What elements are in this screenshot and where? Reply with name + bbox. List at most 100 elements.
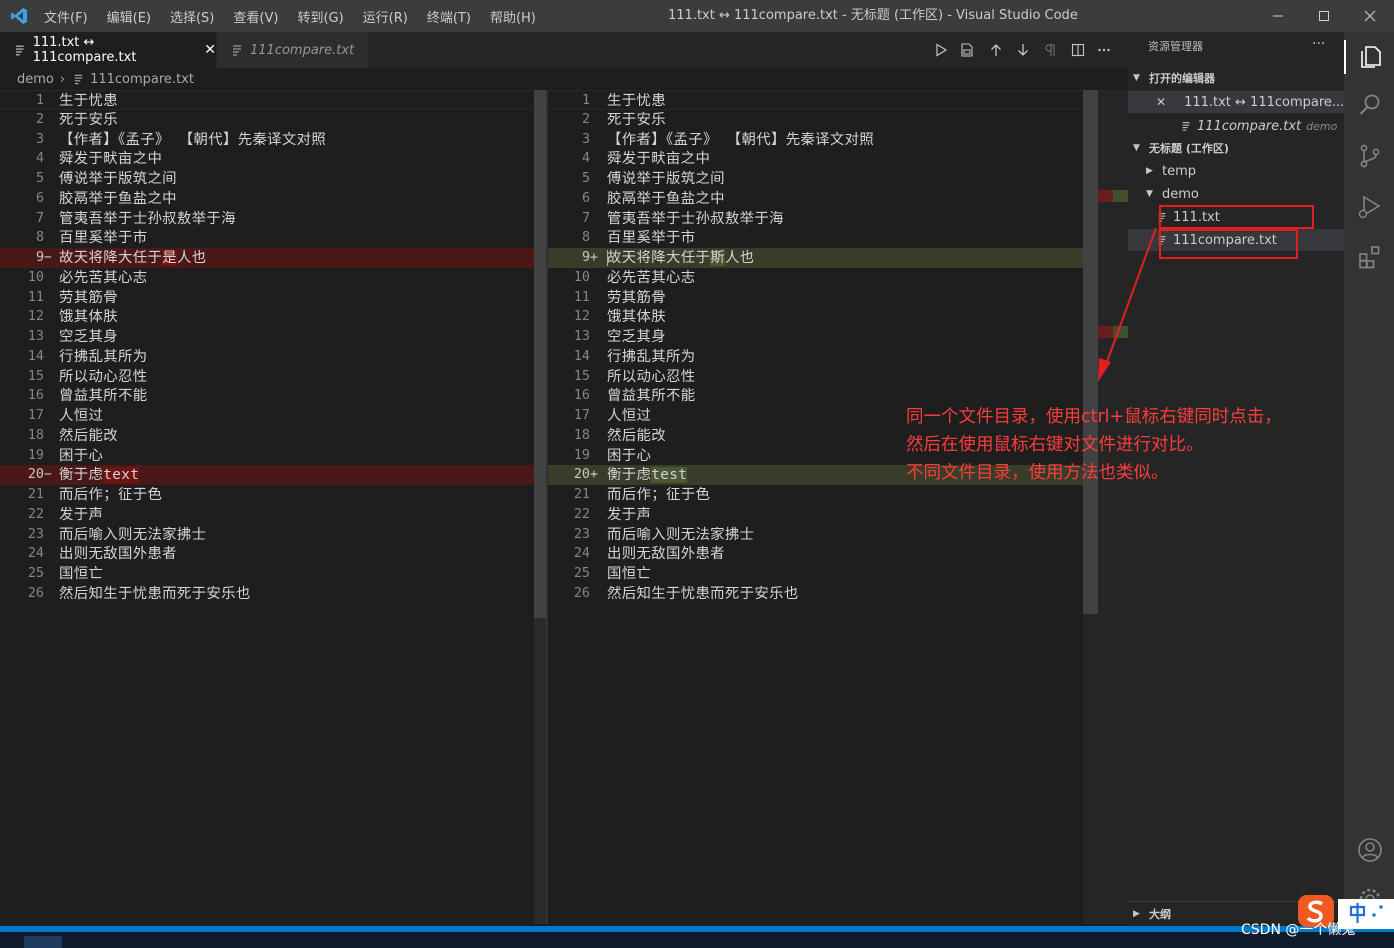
diff-line[interactable]: 20− 衡于虑text xyxy=(0,465,548,486)
diff-line[interactable]: 19 困于心 xyxy=(0,446,548,466)
breadcrumb-file[interactable]: 111compare.txt xyxy=(90,72,194,87)
run-debug-icon[interactable] xyxy=(1357,194,1383,220)
diff-line[interactable]: 21 而后作；征于色 xyxy=(548,485,1128,505)
diff-line[interactable]: 11 劳其筋骨 xyxy=(0,288,548,308)
diff-line[interactable]: 15 所以动心忍性 xyxy=(0,367,548,387)
extensions-icon[interactable] xyxy=(1357,244,1383,270)
maximize-button[interactable] xyxy=(1301,0,1347,32)
line-number: 6 xyxy=(581,190,590,206)
annotation-highlight-box xyxy=(1159,205,1314,229)
vscode-taskbar-button[interactable] xyxy=(24,936,62,948)
active-indicator xyxy=(1344,40,1346,74)
diff-line[interactable]: 7 管夷吾举于士孙叔敖举于海 xyxy=(0,209,548,229)
open-editor-diff[interactable]: ✕ 111.txt ↔ 111compare.... xyxy=(1128,91,1348,113)
show-whitespace-button[interactable] xyxy=(1041,41,1059,59)
menu-file[interactable]: 文件(F) xyxy=(44,7,88,26)
diff-line[interactable]: 4 舜发于畎亩之中 xyxy=(0,149,548,169)
diff-line[interactable]: 1 生于忧患 xyxy=(0,90,548,110)
menu-edit[interactable]: 编辑(E) xyxy=(107,7,151,26)
line-text: 【作者】《孟子》 【朝代】先秦译文对照 xyxy=(59,131,327,148)
diff-line[interactable]: 3 【作者】《孟子》 【朝代】先秦译文对照 xyxy=(0,130,548,150)
split-editor-icon xyxy=(1071,43,1085,57)
diff-line[interactable]: 7 管夷吾举于士孙叔敖举于海 xyxy=(548,209,1128,229)
close-window-button[interactable] xyxy=(1347,0,1393,32)
diff-line[interactable]: 4 舜发于畎亩之中 xyxy=(548,149,1128,169)
diff-line[interactable]: 25 国恒亡 xyxy=(0,564,548,584)
diff-line[interactable]: 25 国恒亡 xyxy=(548,564,1128,584)
more-actions-button[interactable] xyxy=(1095,41,1113,59)
diff-line[interactable]: 13 空乏其身 xyxy=(548,327,1128,347)
tab-close-icon[interactable]: ✕ xyxy=(204,42,216,58)
source-control-icon[interactable] xyxy=(1357,143,1383,169)
diff-line[interactable]: 26 然后知生于忧患而死于安乐也 xyxy=(548,584,1128,604)
folder-temp[interactable]: ▶ temp xyxy=(1128,160,1344,182)
diff-line[interactable]: 6 胶鬲举于鱼盐之中 xyxy=(0,189,548,209)
diff-line[interactable]: 9 + 故天将降大任于斯人也 xyxy=(548,248,1128,268)
diff-line[interactable]: 10 必先苦其心志 xyxy=(0,268,548,288)
diff-line[interactable]: 8 百里奚举于市 xyxy=(0,228,548,248)
diff-line[interactable]: 2 死于安乐 xyxy=(0,110,548,130)
menu-help[interactable]: 帮助(H) xyxy=(490,7,536,26)
open-editor-file[interactable]: 111compare.txt demo xyxy=(1128,115,1344,137)
diff-line[interactable]: 18 然后能改 xyxy=(0,426,548,446)
open-file-button[interactable] xyxy=(958,41,976,59)
diff-line[interactable]: 9− 故天将降大任于是人也 xyxy=(0,248,548,268)
line-text: 故天将降大任于是人也 xyxy=(59,250,207,266)
diff-line[interactable]: 23 而后喻入则无法家拂士 xyxy=(548,525,1128,545)
explorer-more-button[interactable]: ··· xyxy=(1312,36,1325,52)
diff-line[interactable]: 23 而后喻入则无法家拂士 xyxy=(0,525,548,545)
line-number: 25 xyxy=(27,566,44,581)
diff-line[interactable]: 16 曾益其所不能 xyxy=(0,386,548,406)
line-text: 衡于虑text xyxy=(59,467,140,484)
line-text: 空乏其身 xyxy=(607,329,666,345)
diff-line[interactable]: 5 傅说举于版筑之间 xyxy=(0,169,548,189)
line-text: 舜发于畎亩之中 xyxy=(59,151,163,168)
diff-line[interactable]: 13 空乏其身 xyxy=(0,327,548,347)
line-text: 百里奚举于市 xyxy=(607,230,696,247)
previous-change-button[interactable] xyxy=(987,41,1005,59)
diff-line[interactable]: 2 死于安乐 xyxy=(548,110,1128,130)
account-icon[interactable] xyxy=(1357,837,1383,863)
diff-line[interactable]: 15 所以动心忍性 xyxy=(548,367,1128,387)
diff-line[interactable]: 12 饿其体肤 xyxy=(548,307,1128,327)
overview-ruler[interactable] xyxy=(1083,90,1128,924)
breadcrumb-folder[interactable]: demo xyxy=(17,72,54,87)
diff-line[interactable]: 3 【作者】《孟子》 【朝代】先秦译文对照 xyxy=(548,130,1128,150)
search-icon[interactable] xyxy=(1357,92,1383,118)
line-text: 必先苦其心志 xyxy=(607,269,696,286)
menu-run[interactable]: 运行(R) xyxy=(363,7,408,26)
split-editor-button[interactable] xyxy=(1069,41,1087,59)
diff-line[interactable]: 12 饿其体肤 xyxy=(0,307,548,327)
minimize-button[interactable] xyxy=(1255,0,1301,32)
run-button[interactable] xyxy=(932,41,950,59)
diff-line[interactable]: 26 然后知生于忧患而死于安乐也 xyxy=(0,584,548,604)
next-change-button[interactable] xyxy=(1014,41,1032,59)
diff-line[interactable]: 14 行拂乱其所为 xyxy=(548,347,1128,367)
diff-line[interactable]: 11 劳其筋骨 xyxy=(548,288,1128,308)
folder-demo[interactable]: ▼ demo xyxy=(1128,183,1344,205)
workspace-section[interactable]: ▼ 无标题 (工作区) xyxy=(1128,137,1344,159)
diff-line[interactable]: 22 发于声 xyxy=(548,505,1128,525)
diff-line[interactable]: 22 发于声 xyxy=(0,505,548,525)
diff-original-pane[interactable]: 1 生于忧患 2 死于安乐 3 【作者】《孟子》 【朝代】先秦译文对照 4 舜发于畎亩之中 5 傅… xyxy=(0,90,548,924)
diff-line[interactable]: 10 必先苦其心志 xyxy=(548,268,1128,288)
diff-modified-pane[interactable]: 1 生于忧患 2 死于安乐 3 【作者】《孟子》 【朝代】先秦译文对照 4 舜发于畎亩之中 5 傅… xyxy=(548,90,1128,924)
diff-line[interactable]: 6 胶鬲举于鱼盐之中 xyxy=(548,189,1128,209)
diff-line[interactable]: 14 行拂乱其所为 xyxy=(0,347,548,367)
diff-line[interactable]: 8 百里奚举于市 xyxy=(548,228,1128,248)
open-editors-section[interactable]: ▼ 打开的编辑器 xyxy=(1128,67,1344,89)
tab-file[interactable]: 111compare.txt xyxy=(216,32,368,68)
menu-terminal[interactable]: 终端(T) xyxy=(427,7,471,26)
menu-view[interactable]: 查看(V) xyxy=(233,7,278,26)
close-editor-icon[interactable]: ✕ xyxy=(1156,95,1166,109)
diff-line[interactable]: 24 出则无敌国外患者 xyxy=(0,544,548,564)
diff-line[interactable]: 17 人恒过 xyxy=(0,406,548,426)
diff-line[interactable]: 5 傅说举于版筑之间 xyxy=(548,169,1128,189)
diff-line[interactable]: 21 而后作；征于色 xyxy=(0,485,548,505)
menu-go[interactable]: 转到(G) xyxy=(297,7,343,26)
menu-selection[interactable]: 选择(S) xyxy=(170,7,214,26)
diff-line[interactable]: 1 生于忧患 xyxy=(548,90,1128,110)
explorer-files-icon[interactable] xyxy=(1357,44,1383,70)
diff-line[interactable]: 24 出则无敌国外患者 xyxy=(548,544,1128,564)
tab-diff[interactable]: 111.txt ↔ 111compare.txt ✕ xyxy=(0,32,216,68)
